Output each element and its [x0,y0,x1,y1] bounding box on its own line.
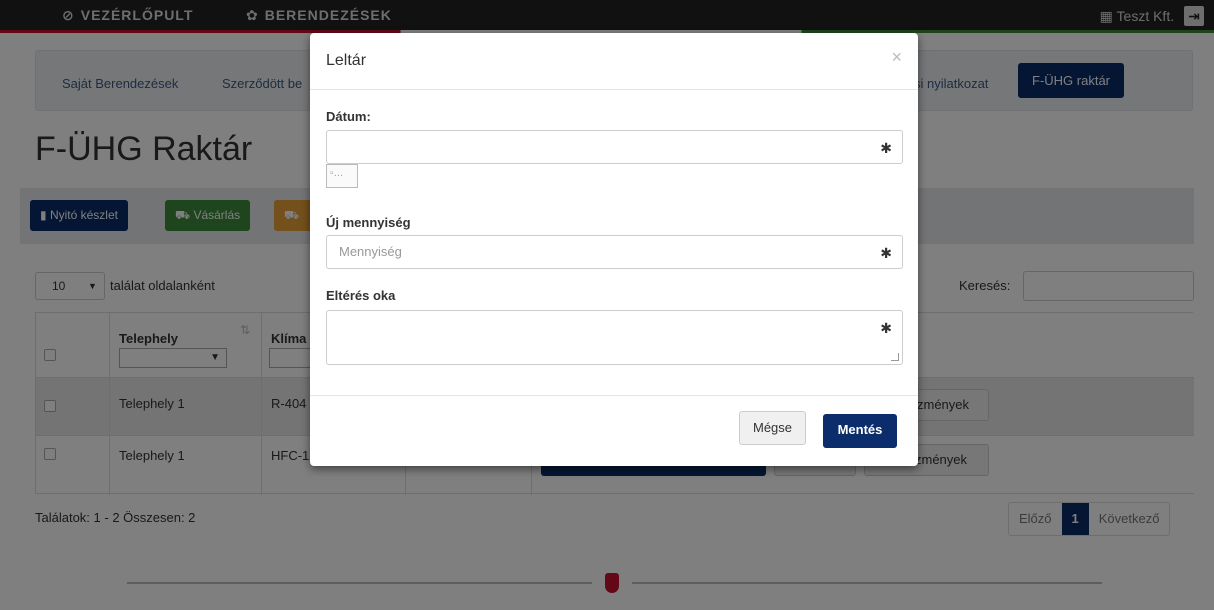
close-icon[interactable]: × [891,47,902,68]
broken-image-icon: ▫… [326,164,358,188]
date-input[interactable]: ✱ [326,130,903,164]
reason-textarea[interactable]: ✱ [326,310,903,365]
resize-handle[interactable] [891,353,899,361]
required-icon: ✱ [880,140,892,156]
modal-header: Leltár × [310,33,918,90]
modal-title: Leltár [326,52,367,69]
quantity-input[interactable]: Mennyiség ✱ [326,235,903,269]
save-button[interactable]: Mentés [823,414,897,448]
cancel-button[interactable]: Mégse [739,411,806,445]
reason-label: Eltérés oka [326,288,396,303]
date-label: Dátum: [326,109,371,124]
new-quantity-label: Új mennyiség [326,215,411,230]
required-icon: ✱ [880,320,892,336]
inventory-modal: Leltár × Dátum: ✱ ▫… Új mennyiség Mennyi… [310,33,918,466]
required-icon: ✱ [880,245,892,261]
modal-footer: Mégse Mentés [310,395,918,466]
